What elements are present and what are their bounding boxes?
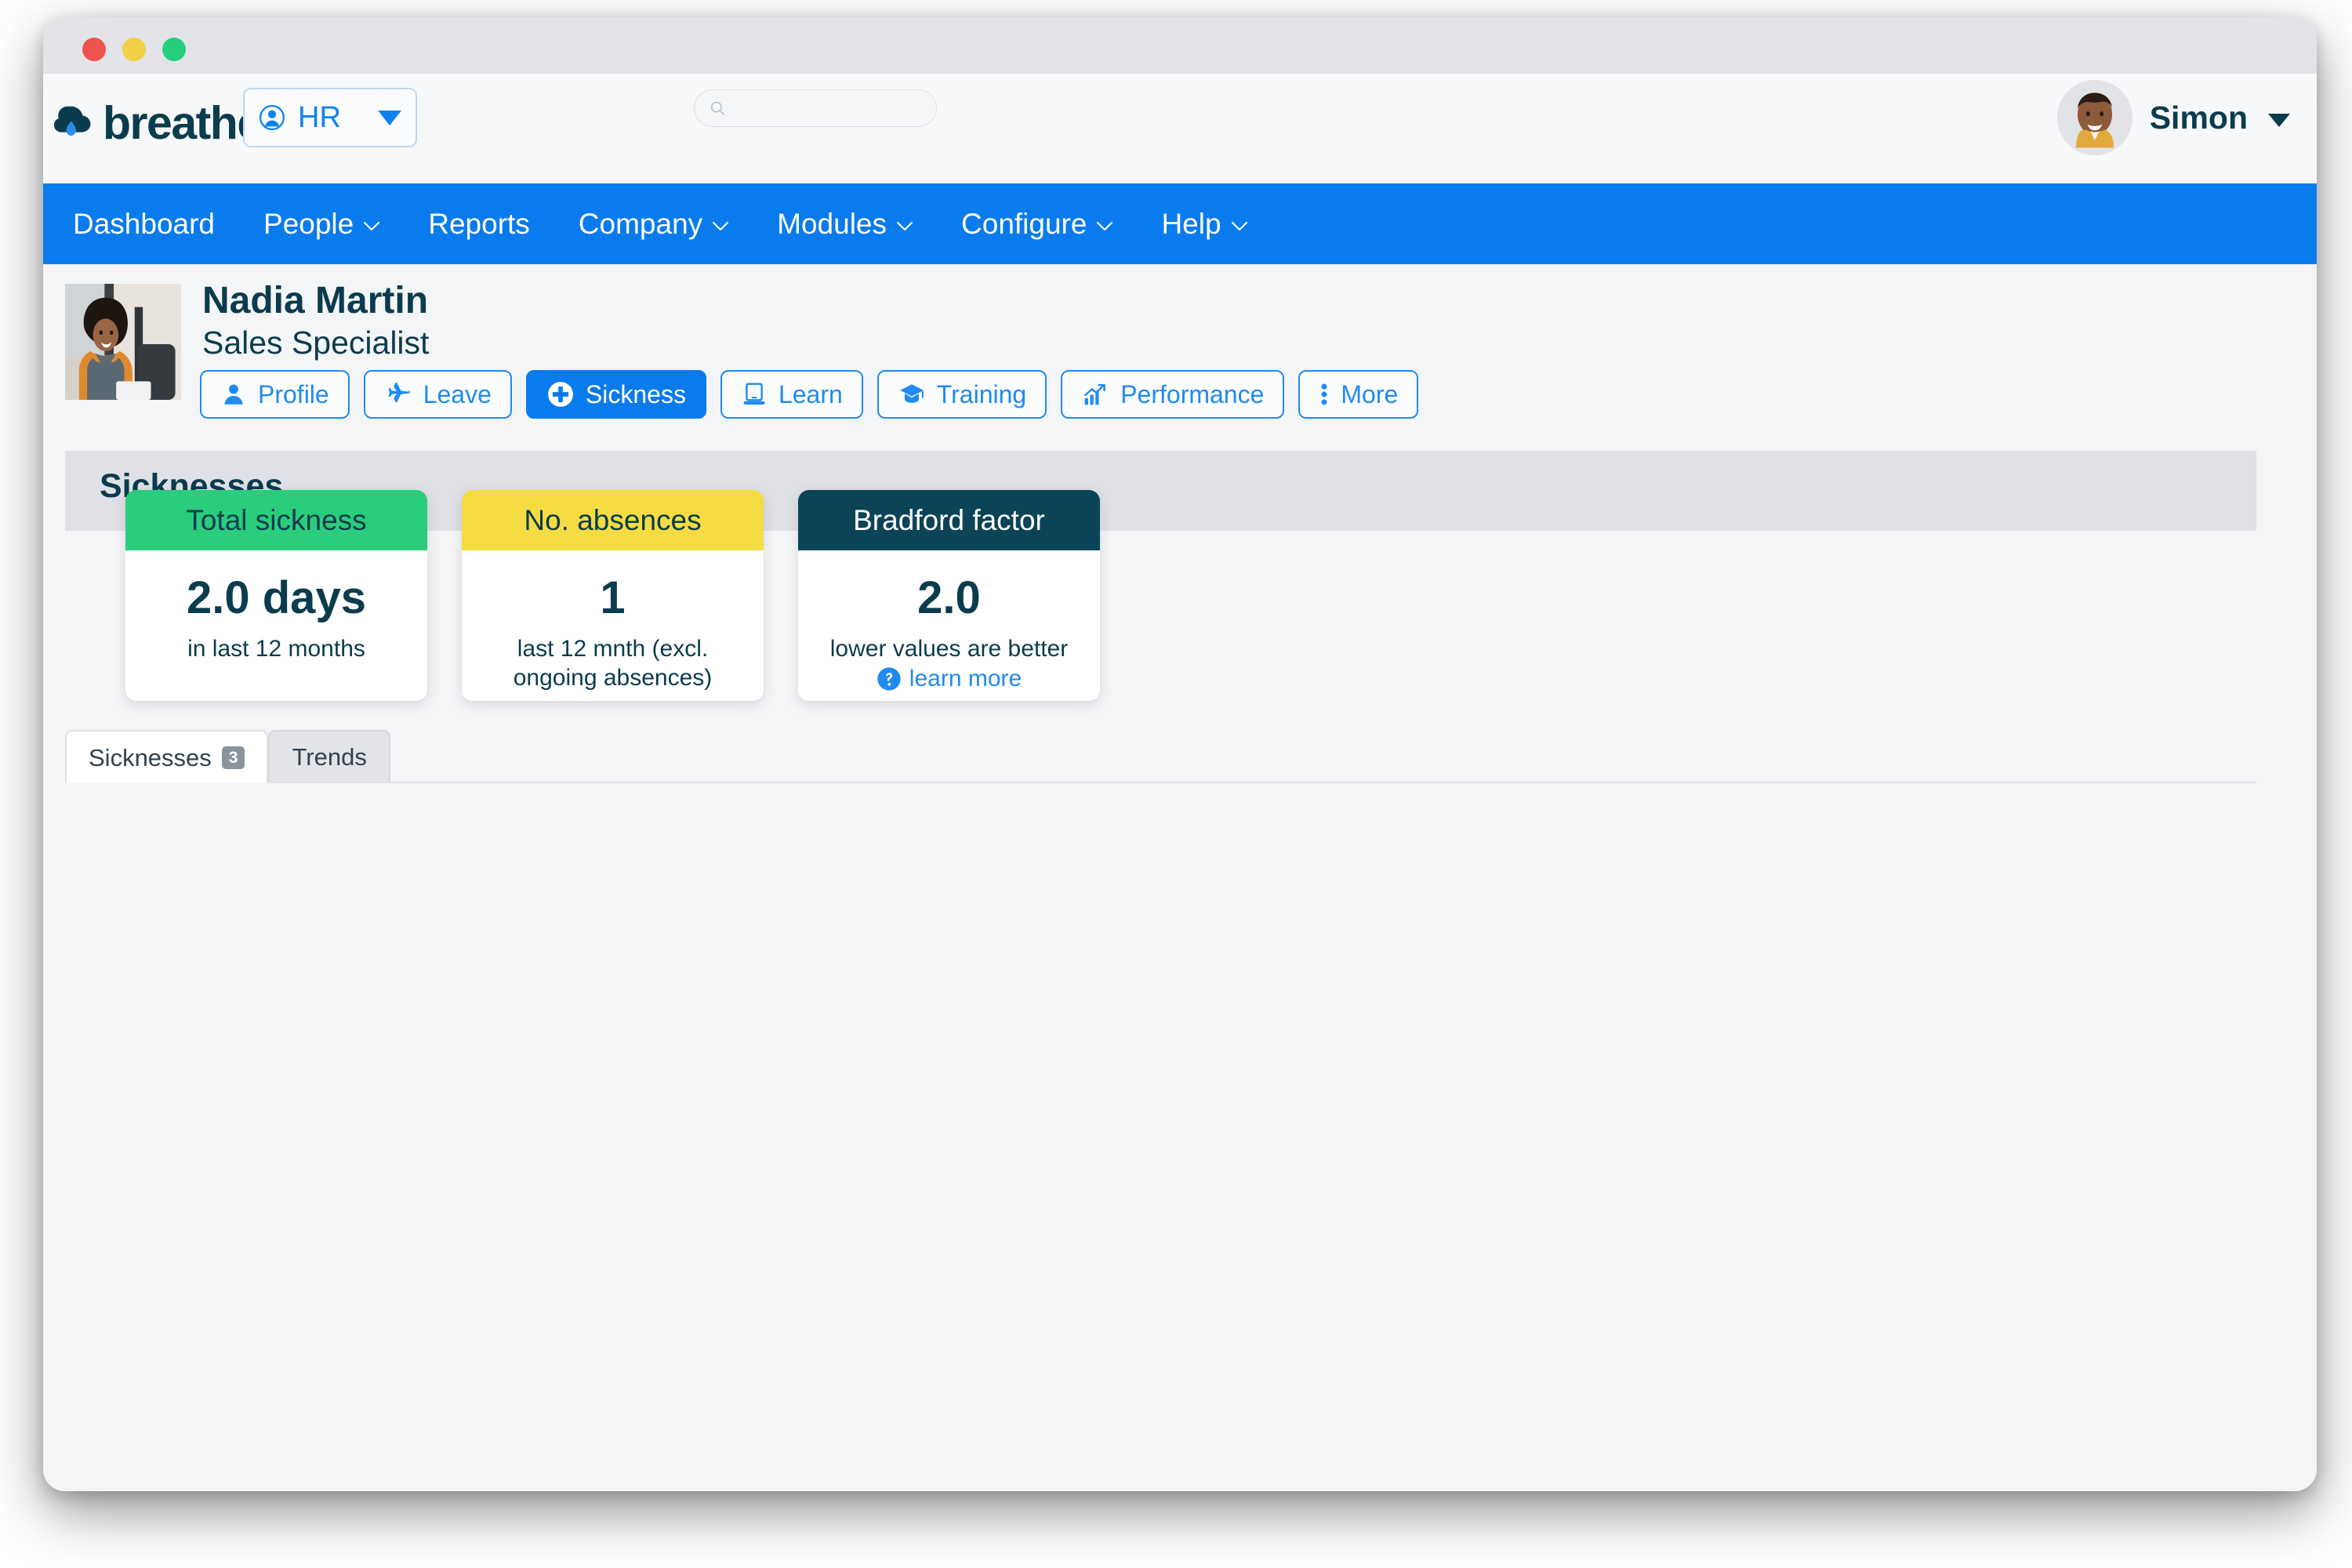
tab-label: Performance [1120, 380, 1265, 408]
stat-card-value: 1 [600, 572, 626, 623]
question-circle-icon [877, 667, 901, 691]
person-icon [224, 384, 243, 405]
nav-label: Reports [428, 208, 530, 240]
content-tabs: Sicknesses 3 Trends [65, 730, 2256, 783]
content-tab-sicknesses[interactable]: Sicknesses 3 [65, 730, 269, 783]
chevron-down-icon [897, 221, 913, 230]
window-maximize-button[interactable] [162, 38, 186, 61]
search-box[interactable] [694, 89, 937, 127]
tab-training[interactable]: Training [877, 370, 1047, 419]
stat-card-header: Total sickness [125, 490, 427, 550]
stat-card-body: 2.0 lower values are better learn more [798, 550, 1100, 701]
employee-photo-image [65, 284, 181, 400]
stat-card-header: No. absences [462, 490, 764, 550]
laptop-icon [743, 383, 765, 405]
content-tab-trends[interactable]: Trends [268, 730, 390, 782]
hr-context-switcher[interactable]: HR [243, 88, 417, 147]
avatar-photo [2056, 80, 2132, 155]
nav-item-help[interactable]: Help [1161, 209, 1247, 238]
nav-label: Modules [777, 208, 887, 240]
content-tab-label: Sicknesses [89, 743, 212, 771]
chevron-down-icon [1097, 221, 1113, 230]
stat-card-caption: lower values are better [829, 635, 1069, 662]
tab-profile[interactable]: Profile [200, 370, 350, 419]
stat-card-body: 2.0 days in last 12 months [125, 550, 427, 701]
employee-section-tabs: Profile Leave Sickness Learn Training Pe… [200, 370, 1419, 419]
stat-cards: Total sickness 2.0 days in last 12 month… [125, 490, 1100, 701]
stat-card-caption: last 12 mnth (excl. ongoing absences) [513, 635, 713, 691]
window-titlebar [43, 17, 2317, 74]
tab-label: Training [936, 380, 1027, 408]
stat-card-no-absences: No. absences 1 last 12 mnth (excl. ongoi… [462, 490, 764, 701]
stat-card-value: 2.0 [917, 572, 981, 623]
bar-chart-icon [1084, 383, 1106, 405]
hr-switcher-label: HR [298, 101, 341, 134]
nav-label: Configure [961, 208, 1087, 240]
chevron-down-icon [364, 221, 380, 230]
status-badge: 3 [221, 746, 245, 769]
chevron-down-icon [378, 110, 401, 125]
employee-role: Sales Specialist [202, 325, 430, 361]
page-content: Nadia Martin Sales Specialist Profile Le… [43, 264, 2317, 1491]
user-circle-icon [259, 104, 285, 131]
page-title: Nadia Martin [202, 280, 429, 321]
nav-label: Help [1161, 208, 1221, 240]
graduation-cap-icon [899, 384, 924, 403]
stat-card-title: Total sickness [186, 504, 367, 536]
window-minimize-button[interactable] [122, 38, 146, 61]
content-tab-label: Trends [292, 742, 367, 771]
tab-label: More [1341, 380, 1399, 408]
tab-leave[interactable]: Leave [363, 370, 512, 419]
chevron-down-icon [2268, 113, 2290, 127]
app-header: breathe HR Simon [43, 74, 2317, 183]
tab-learn[interactable]: Learn [720, 370, 863, 419]
airplane-icon [388, 382, 410, 403]
stat-card-title: Bradford factor [853, 504, 1045, 536]
stat-card-body: 1 last 12 mnth (excl. ongoing absences) [462, 550, 764, 701]
logo-wordmark: breathe [103, 96, 263, 149]
stat-card-title: No. absences [524, 504, 702, 536]
stat-card-header: Bradford factor [798, 490, 1100, 550]
tab-label: Sickness [585, 380, 686, 408]
chevron-down-icon [1231, 221, 1247, 230]
nav-label: Dashboard [73, 208, 216, 240]
tab-label: Profile [258, 380, 329, 408]
nav-item-modules[interactable]: Modules [777, 209, 913, 238]
user-name-label: Simon [2149, 99, 2248, 136]
nav-item-people[interactable]: People [263, 208, 380, 240]
avatar [2056, 80, 2132, 155]
kebab-menu-icon [1321, 383, 1327, 405]
chevron-down-icon [713, 221, 729, 230]
app-window: breathe HR Simon Dashboard People Report… [43, 17, 2317, 1491]
stat-card-value: 2.0 days [187, 572, 366, 623]
employee-photo [65, 284, 181, 400]
nav-item-configure[interactable]: Configure [961, 208, 1113, 240]
breathe-logo[interactable]: breathe [53, 96, 263, 149]
user-menu[interactable]: Simon [2056, 80, 2290, 155]
cloud-droplet-icon [53, 106, 91, 136]
plus-circle-icon [547, 382, 573, 407]
stat-card-caption: in last 12 months [187, 635, 365, 662]
tab-performance[interactable]: Performance [1061, 370, 1285, 419]
search-icon [710, 101, 725, 115]
primary-navigation: Dashboard People Reports Company Modules… [43, 183, 2317, 264]
tab-label: Learn [778, 380, 843, 408]
learn-more-link[interactable]: learn more [877, 666, 1022, 691]
nav-label: Company [578, 208, 703, 240]
tab-more[interactable]: More [1298, 370, 1419, 419]
nav-item-company[interactable]: Company [578, 208, 729, 240]
learn-more-label: learn more [909, 666, 1022, 692]
stat-card-bradford-factor: Bradford factor 2.0 lower values are bet… [798, 490, 1100, 701]
nav-item-dashboard[interactable]: Dashboard [73, 209, 215, 238]
tab-label: Leave [423, 380, 492, 408]
stat-card-total-sickness: Total sickness 2.0 days in last 12 month… [125, 490, 427, 701]
nav-item-reports[interactable]: Reports [428, 209, 530, 238]
search-input[interactable] [734, 99, 922, 118]
nav-label: People [263, 208, 354, 240]
window-close-button[interactable] [82, 38, 106, 61]
tab-sickness[interactable]: Sickness [525, 370, 706, 419]
